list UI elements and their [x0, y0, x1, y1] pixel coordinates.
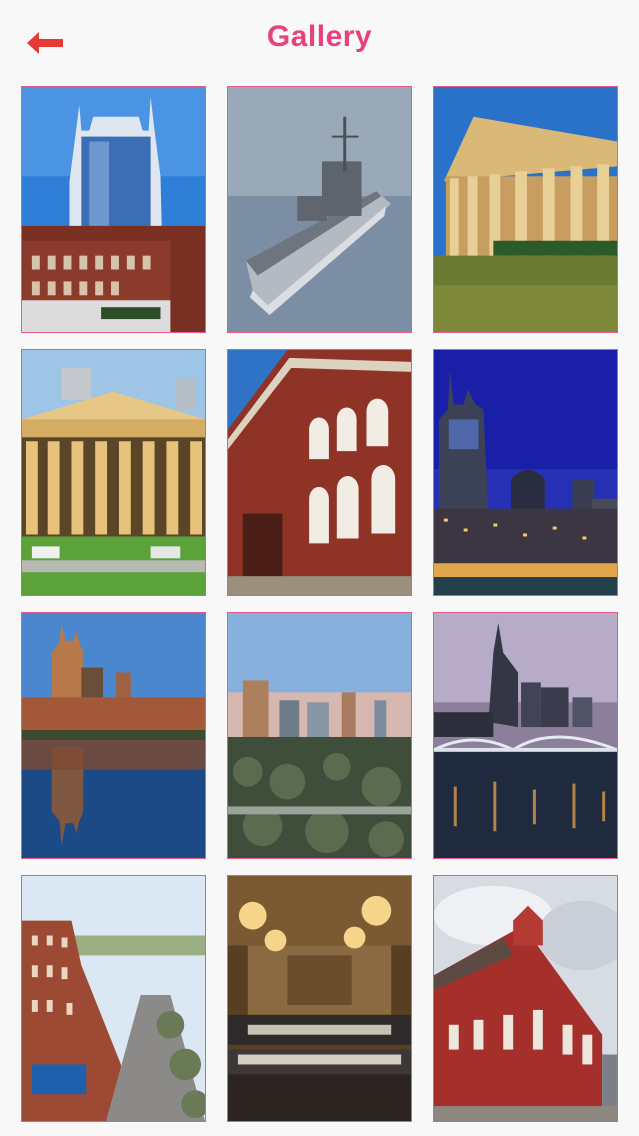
night-skyline-photo: [434, 350, 617, 595]
street-aerial-photo: [22, 876, 205, 1121]
photo-grid: [21, 86, 618, 1122]
skyline-reflection-photo: [22, 613, 205, 858]
photo-tile-street-aerial[interactable]: [21, 875, 206, 1122]
skyscraper-photo: [22, 87, 205, 332]
app-header: Gallery: [0, 0, 639, 86]
photo-tile-dusk-skyline[interactable]: [227, 612, 412, 859]
photo-tile-symphony-hall[interactable]: [227, 875, 412, 1122]
photo-tile-warship[interactable]: [227, 86, 412, 333]
warship-photo: [228, 87, 411, 332]
page-title: Gallery: [266, 20, 373, 53]
parthenon-front-photo: [22, 350, 205, 595]
photo-tile-parthenon[interactable]: [433, 86, 618, 333]
photo-tile-bridge-night[interactable]: [433, 612, 618, 859]
symphony-hall-photo: [228, 876, 411, 1121]
parthenon-photo: [434, 87, 617, 332]
photo-tile-ryman-auditorium[interactable]: [227, 349, 412, 596]
ryman-exterior-photo: [434, 876, 617, 1121]
bridge-night-photo: [434, 613, 617, 858]
ryman-auditorium-photo: [228, 350, 411, 595]
dusk-skyline-photo: [228, 613, 411, 858]
photo-tile-parthenon-front[interactable]: [21, 349, 206, 596]
photo-tile-ryman-exterior[interactable]: [433, 875, 618, 1122]
photo-tile-skyscraper[interactable]: [21, 86, 206, 333]
photo-tile-night-skyline[interactable]: [433, 349, 618, 596]
photo-tile-skyline-reflection[interactable]: [21, 612, 206, 859]
